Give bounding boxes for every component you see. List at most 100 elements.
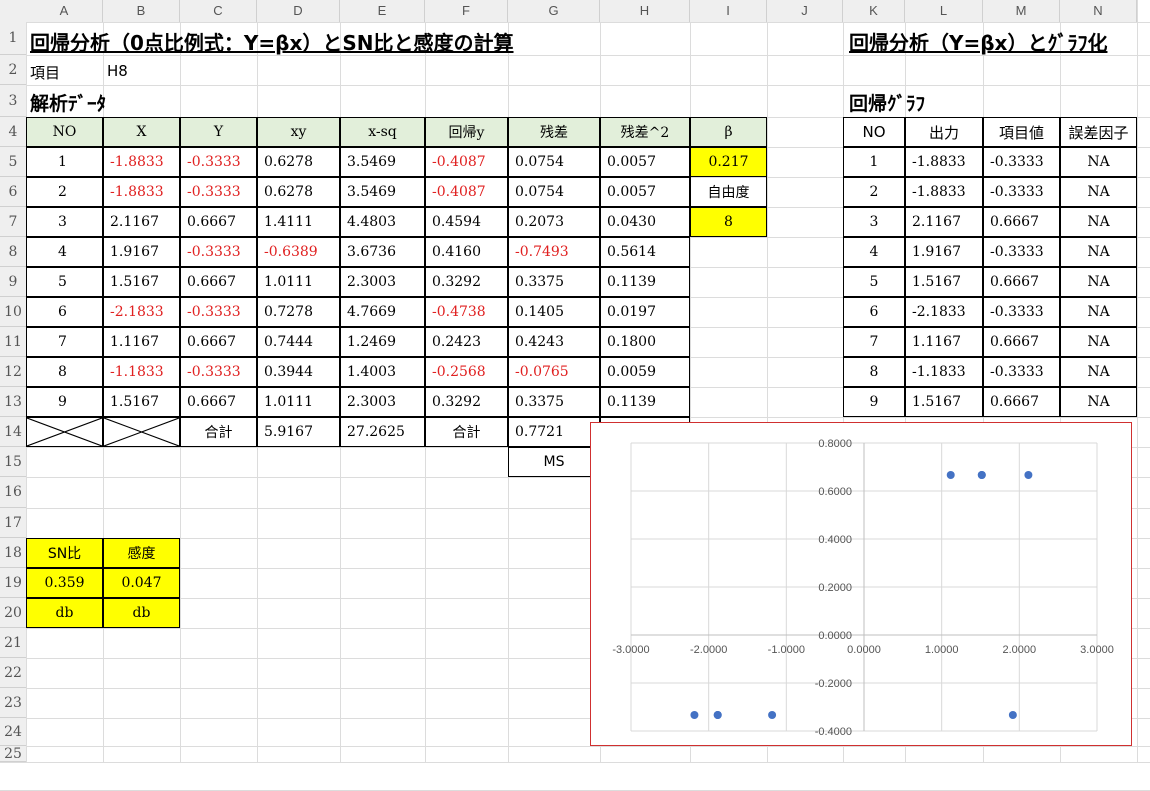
- graph-table-cell[interactable]: NA: [1060, 237, 1137, 267]
- row-header-5[interactable]: 5: [0, 147, 26, 177]
- table-header-1[interactable]: X: [103, 117, 180, 147]
- table-cell[interactable]: 4: [26, 237, 103, 267]
- table-cell[interactable]: 0.2423: [425, 327, 508, 357]
- column-header-H[interactable]: H: [600, 0, 690, 22]
- table-cell[interactable]: 2: [26, 177, 103, 207]
- table-cell[interactable]: -0.3333: [180, 357, 257, 387]
- row-header-1[interactable]: 1: [0, 22, 26, 55]
- select-all-corner[interactable]: [0, 0, 26, 22]
- table-cell[interactable]: 0.1139: [600, 267, 690, 297]
- sn-value-0[interactable]: 0.359: [26, 568, 103, 598]
- table-cell[interactable]: 0.6667: [180, 327, 257, 357]
- row-header-12[interactable]: 12: [0, 357, 26, 387]
- table-cell[interactable]: 1: [26, 147, 103, 177]
- table-cell[interactable]: -1.8833: [103, 147, 180, 177]
- graph-table-cell[interactable]: NA: [1060, 147, 1137, 177]
- row-header-25[interactable]: 25: [0, 746, 26, 762]
- graph-table-cell[interactable]: 1.1167: [905, 327, 983, 357]
- graph-table-cell[interactable]: -2.1833: [905, 297, 983, 327]
- column-header-G[interactable]: G: [508, 0, 600, 22]
- table-header-8[interactable]: β: [690, 117, 767, 147]
- table-cell[interactable]: 1.0111: [257, 267, 340, 297]
- table-cell[interactable]: 0.2073: [508, 207, 600, 237]
- graph-table-cell[interactable]: NA: [1060, 177, 1137, 207]
- table-cell[interactable]: -0.3333: [180, 297, 257, 327]
- table-cell[interactable]: 1.4003: [340, 357, 425, 387]
- table-cell[interactable]: 5: [26, 267, 103, 297]
- table-cell[interactable]: 6: [26, 297, 103, 327]
- table-cell[interactable]: 4.7669: [340, 297, 425, 327]
- graph-table-cell[interactable]: 6: [843, 297, 905, 327]
- row-header-18[interactable]: 18: [0, 538, 26, 568]
- table-cell[interactable]: 0.6667: [180, 207, 257, 237]
- graph-table-cell[interactable]: 4: [843, 237, 905, 267]
- table-cell[interactable]: 1.5167: [103, 267, 180, 297]
- table-cell[interactable]: 0.4243: [508, 327, 600, 357]
- graph-table-cell[interactable]: -0.3333: [983, 237, 1060, 267]
- graph-table-cell[interactable]: NA: [1060, 207, 1137, 237]
- table-header-2[interactable]: Y: [180, 117, 257, 147]
- graph-table-cell[interactable]: -0.3333: [983, 177, 1060, 207]
- table-cell[interactable]: 7: [26, 327, 103, 357]
- table-cell[interactable]: 0.7444: [257, 327, 340, 357]
- graph-table-cell[interactable]: 0.6667: [983, 327, 1060, 357]
- table-cell[interactable]: -0.3333: [180, 147, 257, 177]
- table-cell[interactable]: 0.3375: [508, 267, 600, 297]
- graph-table-cell[interactable]: NA: [1060, 327, 1137, 357]
- table-cell[interactable]: -1.1833: [103, 357, 180, 387]
- graph-table-cell[interactable]: -1.8833: [905, 147, 983, 177]
- row-header-10[interactable]: 10: [0, 297, 26, 327]
- graph-table-cell[interactable]: NA: [1060, 387, 1137, 417]
- table-header-4[interactable]: x-sq: [340, 117, 425, 147]
- row-header-7[interactable]: 7: [0, 207, 26, 237]
- table-cell[interactable]: -0.3333: [180, 177, 257, 207]
- table-cell[interactable]: 1.1167: [103, 327, 180, 357]
- table-cell[interactable]: 8: [26, 357, 103, 387]
- column-header-A[interactable]: A: [26, 0, 103, 22]
- table-header-0[interactable]: NO: [26, 117, 103, 147]
- table-cell[interactable]: -2.1833: [103, 297, 180, 327]
- scatter-chart[interactable]: -3.0000 -2.0000 -1.0000 0.0000 1.0000 2.0000 3…: [590, 422, 1132, 746]
- column-header-N[interactable]: N: [1060, 0, 1137, 22]
- table-cell[interactable]: 0.7278: [257, 297, 340, 327]
- table-cell[interactable]: 1.4111: [257, 207, 340, 237]
- table-cell[interactable]: 2.1167: [103, 207, 180, 237]
- table-cell[interactable]: 0.3292: [425, 267, 508, 297]
- row-header-16[interactable]: 16: [0, 477, 26, 508]
- row-header-2[interactable]: 2: [0, 55, 26, 85]
- graph-table-cell[interactable]: 1.9167: [905, 237, 983, 267]
- graph-table-cell[interactable]: 1.5167: [905, 267, 983, 297]
- table-cell[interactable]: -0.7493: [508, 237, 600, 267]
- beta-value[interactable]: 0.217: [690, 147, 767, 177]
- table-cell[interactable]: 0.0059: [600, 357, 690, 387]
- table-cell[interactable]: 0.1405: [508, 297, 600, 327]
- row-header-19[interactable]: 19: [0, 568, 26, 598]
- table-cell[interactable]: 0.3944: [257, 357, 340, 387]
- row-header-22[interactable]: 22: [0, 658, 26, 688]
- table-header-3[interactable]: xy: [257, 117, 340, 147]
- table-cell[interactable]: 0.6278: [257, 177, 340, 207]
- table-cell[interactable]: 2.3003: [340, 387, 425, 417]
- table-cell[interactable]: 1.2469: [340, 327, 425, 357]
- row-header-4[interactable]: 4: [0, 117, 26, 147]
- graph-table-cell[interactable]: 8: [843, 357, 905, 387]
- table-cell[interactable]: 0.5614: [600, 237, 690, 267]
- row-header-20[interactable]: 20: [0, 598, 26, 628]
- graph-table-cell[interactable]: 7: [843, 327, 905, 357]
- graph-table-cell[interactable]: 5: [843, 267, 905, 297]
- table-cell[interactable]: 4.4803: [340, 207, 425, 237]
- column-header-E[interactable]: E: [340, 0, 425, 22]
- row-header-21[interactable]: 21: [0, 628, 26, 658]
- row-header-15[interactable]: 15: [0, 447, 26, 477]
- table-cell[interactable]: 0.6667: [180, 387, 257, 417]
- table-cell[interactable]: -0.3333: [180, 237, 257, 267]
- table-cell[interactable]: 0.3292: [425, 387, 508, 417]
- row-header-13[interactable]: 13: [0, 387, 26, 417]
- table-cell[interactable]: 0.0197: [600, 297, 690, 327]
- table-cell[interactable]: 3.5469: [340, 147, 425, 177]
- table-cell[interactable]: -0.4738: [425, 297, 508, 327]
- table-cell[interactable]: -0.4087: [425, 177, 508, 207]
- graph-table-cell[interactable]: NA: [1060, 357, 1137, 387]
- row-header-17[interactable]: 17: [0, 508, 26, 538]
- graph-table-cell[interactable]: 2.1167: [905, 207, 983, 237]
